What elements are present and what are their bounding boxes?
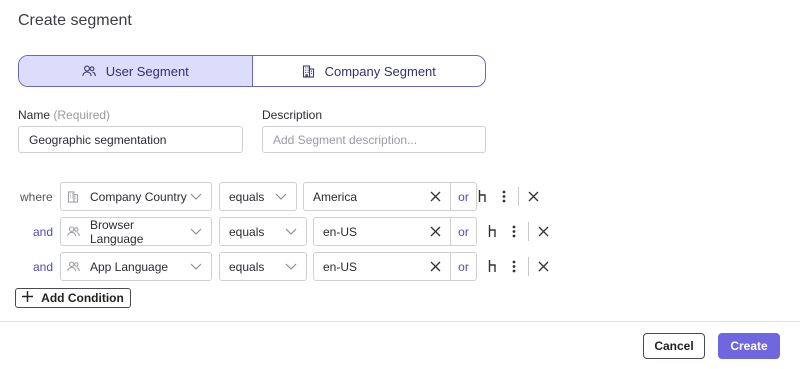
users-icon xyxy=(67,261,81,272)
name-label-text: Name xyxy=(18,108,51,122)
operator-select[interactable]: equals xyxy=(219,217,307,246)
value-text: en-US xyxy=(323,224,358,239)
segment-type-toggle: User Segment Company Segment xyxy=(18,55,486,87)
value-text: en-US xyxy=(323,259,358,274)
remove-condition-icon[interactable] xyxy=(537,223,550,239)
building-icon xyxy=(67,190,81,203)
property-label: App Language xyxy=(90,259,169,274)
company-segment-button[interactable]: Company Segment xyxy=(253,56,486,86)
user-segment-button[interactable]: User Segment xyxy=(19,56,253,86)
cancel-button[interactable]: Cancel xyxy=(643,333,705,359)
users-icon xyxy=(81,65,96,77)
value-text: America xyxy=(313,189,358,204)
or-button[interactable]: or xyxy=(450,183,476,210)
more-options-icon[interactable] xyxy=(509,258,519,274)
create-button[interactable]: Create xyxy=(718,333,780,359)
operator-select[interactable]: equals xyxy=(219,252,307,281)
condition-conjunction: where xyxy=(20,190,53,204)
value-field[interactable]: America or xyxy=(303,182,477,211)
remove-condition-icon[interactable] xyxy=(527,188,540,204)
chevron-down-icon xyxy=(285,228,299,235)
property-select[interactable]: App Language xyxy=(60,252,212,281)
add-condition-label: Add Condition xyxy=(41,291,124,305)
chevron-down-icon xyxy=(190,263,204,270)
remove-condition-icon[interactable] xyxy=(537,258,550,274)
value-field[interactable]: en-US or xyxy=(313,252,477,281)
chevron-down-icon xyxy=(190,193,204,200)
hierarchy-icon[interactable] xyxy=(477,188,489,204)
property-label: Browser Language xyxy=(90,217,144,246)
footer-divider xyxy=(0,321,800,322)
property-select[interactable]: Browser Language xyxy=(60,217,212,246)
plus-icon xyxy=(22,291,34,305)
condition-row: where Company Country equals America or xyxy=(0,182,800,211)
or-button[interactable]: or xyxy=(450,218,476,245)
condition-conjunction[interactable]: and xyxy=(33,225,53,239)
clear-value-icon[interactable] xyxy=(420,253,450,280)
chevron-down-icon xyxy=(285,263,299,270)
divider xyxy=(518,187,519,206)
value-field[interactable]: en-US or xyxy=(313,217,477,246)
more-options-icon[interactable] xyxy=(509,223,519,239)
add-condition-button[interactable]: Add Condition xyxy=(15,288,131,308)
divider xyxy=(528,257,529,276)
hierarchy-icon[interactable] xyxy=(487,223,499,239)
operator-label: equals xyxy=(229,259,265,274)
chevron-down-icon xyxy=(275,193,289,200)
description-field[interactable]: Add Segment description... xyxy=(262,126,486,153)
company-segment-label: Company Segment xyxy=(324,63,436,79)
required-hint: (Required) xyxy=(53,108,111,122)
name-field[interactable]: Geographic segmentation xyxy=(18,126,243,153)
condition-row: and Browser Language equals en-US or xyxy=(0,217,800,246)
clear-value-icon[interactable] xyxy=(420,218,450,245)
condition-row: and App Language equals en-US or xyxy=(0,252,800,281)
hierarchy-icon[interactable] xyxy=(487,258,499,274)
description-label: Description xyxy=(262,108,323,122)
chevron-down-icon xyxy=(190,228,204,235)
name-label: Name (Required) xyxy=(18,108,110,122)
property-label: Company Country xyxy=(90,189,187,204)
divider xyxy=(528,222,529,241)
building-icon xyxy=(302,64,315,78)
dialog-title: Create segment xyxy=(18,12,132,29)
operator-select[interactable]: equals xyxy=(219,182,297,211)
more-options-icon[interactable] xyxy=(499,188,509,204)
or-button[interactable]: or xyxy=(450,253,476,280)
users-icon xyxy=(67,226,81,237)
operator-label: equals xyxy=(229,224,265,239)
user-segment-label: User Segment xyxy=(105,63,189,79)
property-select[interactable]: Company Country xyxy=(60,182,212,211)
operator-label: equals xyxy=(229,189,265,204)
clear-value-icon[interactable] xyxy=(420,183,450,210)
condition-conjunction[interactable]: and xyxy=(33,260,53,274)
